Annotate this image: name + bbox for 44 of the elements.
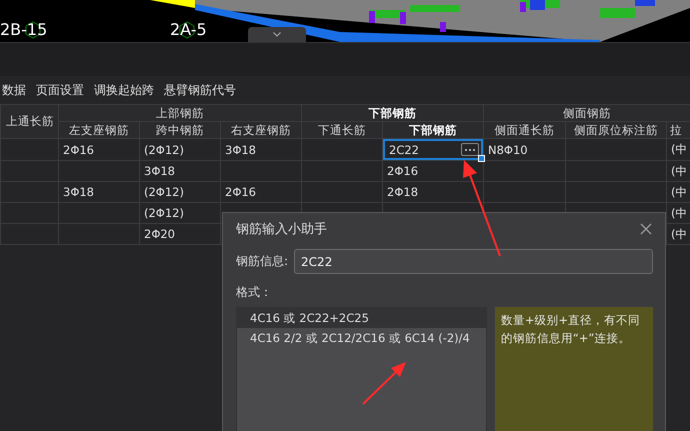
cell-value: 2C22 (389, 142, 419, 156)
table-cell: 3Φ18 (220, 138, 302, 160)
axis-label: 2B-15 (0, 20, 48, 39)
dialog-title: 钢筋输入小助手 (236, 221, 327, 238)
axis-label: 2A-5 (170, 20, 207, 39)
table-cell: 3Φ18 (140, 160, 220, 182)
column-header: 拉 (666, 122, 690, 138)
table-cell: (2Φ12) (140, 138, 220, 160)
table-cell: (2Φ12) (140, 182, 220, 202)
table-cell: 2Φ16 (58, 138, 140, 160)
more-button[interactable] (461, 143, 480, 156)
toolbar-item[interactable]: 调换起始跨 (94, 82, 154, 98)
column-header: 侧面原位标注筋 (566, 122, 667, 138)
annotation-arrow (362, 362, 406, 405)
toolbar-item[interactable]: 悬臂钢筋代号 (164, 82, 236, 98)
table-cell: (2Φ12) (140, 202, 220, 224)
rebar-info-field[interactable]: 2C22 (294, 249, 653, 274)
group-header: 上部钢筋 (58, 104, 302, 122)
close-icon (639, 222, 653, 236)
table-cell: 2Φ20 (140, 224, 220, 244)
column-header: 左支座钢筋 (58, 122, 140, 138)
format-item[interactable]: 4C16 2/2 或 2C12/2C16 或 6C14 (-2)/4 (237, 328, 486, 348)
column-header: 侧面通长筋 (484, 122, 566, 138)
close-button[interactable] (639, 222, 653, 236)
hint-text: 数量+级别+直径，有不同的钢筋信息用“+”连接。 (494, 307, 653, 431)
table-cell: 2Φ18 (382, 182, 484, 202)
column-header: 下通长筋 (302, 122, 383, 138)
column-header: 下部钢筋 (382, 122, 484, 138)
column-header: 跨中钢筋 (140, 122, 220, 138)
chevron-down-icon (273, 32, 281, 37)
format-label: 格式： (236, 284, 273, 301)
table-cell: N8Φ10 (484, 138, 566, 160)
group-header: 侧面钢筋 (484, 104, 690, 122)
column-header: 右支座钢筋 (220, 122, 302, 138)
field-label: 钢筋信息: (236, 253, 288, 270)
toolbar-item[interactable]: 数据 (2, 82, 26, 98)
group-header: 下部钢筋 (302, 104, 484, 122)
fill-handle[interactable] (478, 155, 486, 162)
editing-cell[interactable]: 2C22 (383, 139, 484, 160)
table-cell: 3Φ18 (58, 182, 140, 202)
table-cell: 2Φ16 (220, 182, 302, 202)
format-item[interactable]: 4C16 或 2C22+2C25 (237, 308, 486, 328)
toolbar-item[interactable]: 页面设置 (36, 82, 84, 98)
column-header: 上通长筋 (0, 104, 58, 138)
